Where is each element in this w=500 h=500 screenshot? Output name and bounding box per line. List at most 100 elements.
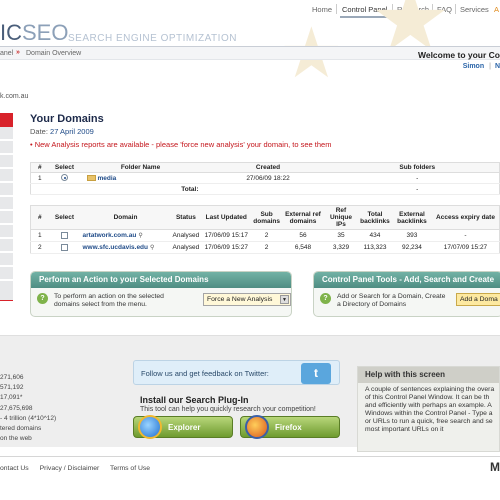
tools-panel: Control Panel Tools - Add, Search and Cr… [313, 271, 500, 317]
help-line: most important URLs on it [365, 426, 444, 434]
top-navigation: Home Control Panel Research FAQ Services… [0, 0, 500, 20]
footer-link-terms[interactable]: Terms of Use [110, 465, 150, 472]
sidebar-item[interactable] [0, 267, 13, 280]
footer-logo: M [490, 460, 500, 474]
site-logo[interactable]: ICSEO [0, 20, 68, 46]
twitter-box[interactable]: Follow us and get feedback on Twitter: t [133, 360, 340, 385]
footer-links: ontact Us Privacy / Disclaimer Terms of … [0, 465, 159, 472]
firefox-label: Firefox [275, 423, 302, 432]
explorer-label: Explorer [168, 423, 201, 432]
user-link-cutoff[interactable]: N [495, 63, 500, 70]
folder-created: 27/06/09 18:22 [200, 172, 336, 184]
sidebar-item[interactable] [0, 225, 13, 238]
footer-link-contact[interactable]: ontact Us [0, 465, 29, 472]
total-backlinks: 434 [357, 229, 392, 243]
explorer-button[interactable]: Explorer [133, 415, 233, 439]
row-num: 1 [30, 229, 49, 243]
page-title: Your Domains [30, 113, 104, 125]
nav-control-panel[interactable]: Control Panel [342, 5, 387, 14]
nav-home[interactable]: Home [312, 5, 332, 14]
domain-col-updated: Last Updated [201, 205, 252, 231]
action-select-value: Force a New Analysis [207, 296, 273, 303]
empty-cell [30, 183, 49, 195]
domain-link[interactable]: artatwork.com.au [83, 232, 137, 239]
folder-select-cell [48, 172, 81, 184]
domain-col-domain: Domain [80, 205, 171, 231]
nav-faq[interactable]: FAQ [437, 5, 452, 14]
folder-select-radio[interactable] [61, 174, 68, 182]
help-icon[interactable]: ? [320, 293, 331, 304]
nav-research[interactable]: Research [397, 5, 429, 14]
help-line: A couple of sentences explaining the ove… [365, 386, 495, 393]
tools-panel-text-line1: Add or Search for a Domain, Create [337, 293, 446, 300]
help-line: or URLs to run a quick, free search and … [365, 418, 493, 426]
empty-cell [200, 183, 336, 195]
search-icon[interactable]: ⚲ [138, 233, 142, 239]
row-checkbox[interactable] [61, 244, 68, 252]
last-updated: 17/06/09 15:27 [201, 241, 252, 255]
footer-link-privacy[interactable]: Privacy / Disclaimer [40, 465, 100, 472]
breadcrumb-current: Domain Overview [26, 50, 82, 57]
left-sidebar [0, 113, 13, 303]
analysis-notice: • New Analysis reports are available - p… [30, 140, 332, 149]
twitter-text: Follow us and get feedback on Twitter: [141, 369, 269, 378]
access-expiry: 17/07/09 15:27 [431, 241, 500, 255]
tools-panel-text: Add or Search for a Domain, Create a Dir… [337, 293, 445, 310]
firefox-button[interactable]: Firefox [240, 415, 340, 439]
logo-text-light: SEO [22, 20, 69, 45]
sidebar-item[interactable] [0, 155, 13, 168]
row-num: 2 [30, 241, 49, 255]
nav-services[interactable]: Services [460, 5, 489, 14]
total-backlinks: 113,323 [357, 241, 392, 255]
domain-col-num: # [30, 205, 49, 231]
action-panel-title: Perform an Action to your Selected Domai… [31, 272, 291, 288]
twitter-icon[interactable]: t [301, 363, 331, 384]
external-backlinks: 393 [391, 229, 432, 243]
sidebar-item[interactable] [0, 253, 13, 266]
status: Analysed [170, 229, 202, 243]
sidebar-item[interactable] [0, 169, 13, 182]
date-label: Date: [30, 127, 48, 136]
sidebar-item[interactable] [0, 281, 13, 301]
sidebar-item[interactable] [0, 127, 13, 140]
user-name-link[interactable]: Simon [463, 63, 484, 70]
ext-ref-domains: 56 [281, 229, 324, 243]
select-cell [48, 229, 81, 243]
row-checkbox[interactable] [61, 232, 68, 240]
nav-item-cutoff[interactable]: A [494, 5, 499, 14]
action-select[interactable]: Force a New Analysis ▼ [203, 293, 291, 306]
domain-col-expiry: Access expiry date [431, 205, 500, 231]
domain-link[interactable]: www.sfc.ucdavis.edu [83, 244, 149, 251]
folder-row-num: 1 [30, 172, 49, 184]
domain-cell: artatwork.com.au ⚲ [80, 229, 171, 243]
sidebar-item[interactable] [0, 239, 13, 252]
sidebar-item[interactable] [0, 141, 13, 154]
add-domain-button[interactable]: Add a Doma [456, 293, 500, 306]
sidebar-active-item[interactable] [0, 113, 13, 127]
subdomains: 2 [251, 241, 282, 255]
action-panel-text-line1: To perform an action on the selected [54, 293, 164, 300]
sidebar-item[interactable] [0, 211, 13, 224]
sidebar-item[interactable] [0, 197, 13, 210]
status: Analysed [170, 241, 202, 255]
sidebar-item[interactable] [0, 183, 13, 196]
help-line: and efficiently with perhaps an example.… [365, 402, 492, 410]
logo-text-dark: IC [0, 20, 22, 45]
folder-name-link[interactable]: media [98, 175, 117, 182]
breadcrumb-control-panel[interactable]: anel [0, 50, 13, 57]
stat-value: 271,606 [0, 374, 24, 381]
chevron-down-icon[interactable]: ▼ [280, 295, 289, 304]
subdomains: 2 [251, 229, 282, 243]
search-icon[interactable]: ⚲ [150, 245, 154, 251]
help-text: A couple of sentences explaining the ove… [365, 386, 500, 434]
tools-panel-text-line2: a Directory of Domains [337, 301, 407, 309]
access-expiry: - [431, 229, 500, 243]
help-box: Help with this screen A couple of senten… [357, 366, 500, 452]
stat-value: - 4 trillion (4*10^12) [0, 414, 57, 422]
user-separator: | [489, 63, 491, 70]
folder-icon [86, 174, 96, 181]
help-line: Windows within the Control Panel - Type … [365, 410, 493, 418]
stat-value: 27,675,698 [0, 404, 33, 412]
folder-table: # Select Folder Name Created Sub folders… [30, 162, 500, 195]
help-icon[interactable]: ? [37, 293, 48, 304]
